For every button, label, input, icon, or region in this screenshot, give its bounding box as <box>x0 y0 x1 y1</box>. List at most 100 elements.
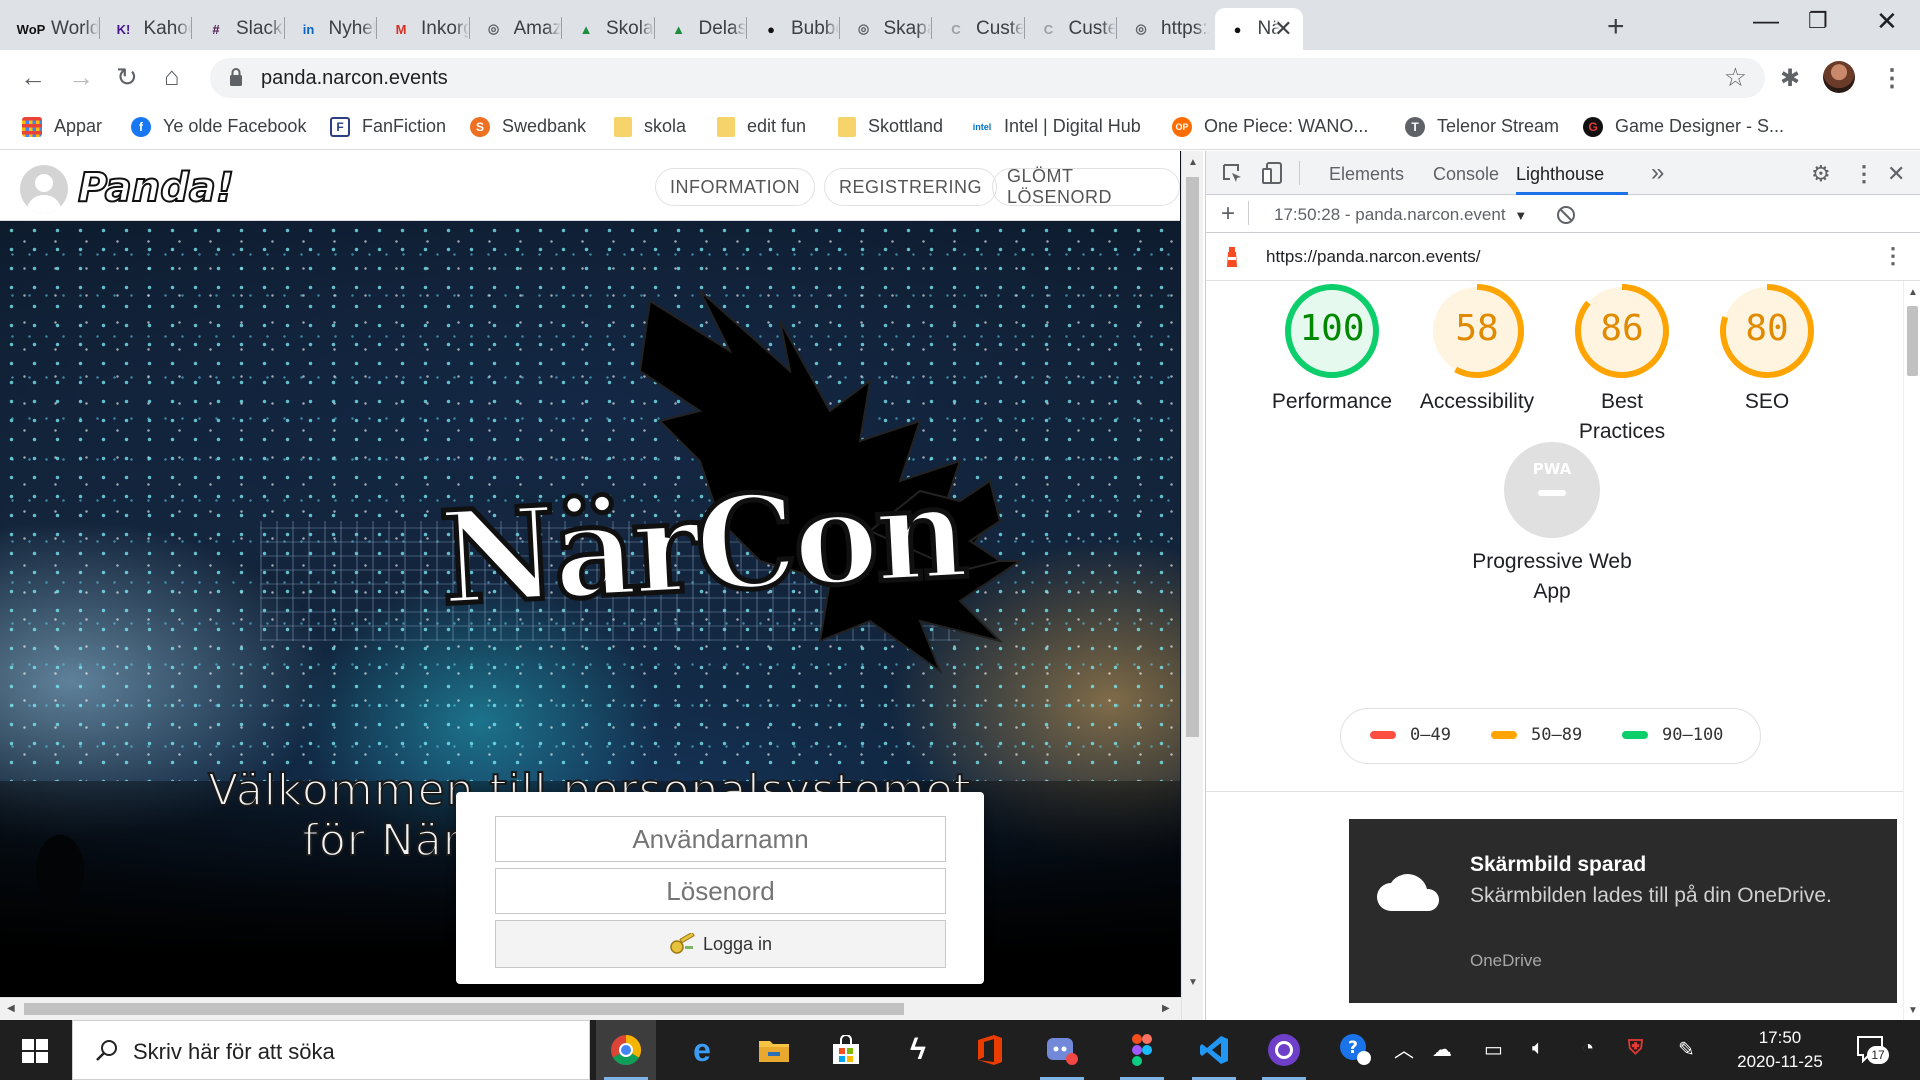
bookmark-item[interactable]: S Swedbank <box>470 116 586 137</box>
office-taskbar-icon[interactable] <box>960 1020 1020 1080</box>
browser-tab[interactable]: WoP World <box>8 8 99 50</box>
nav-glomt-losenord[interactable]: GLÖMT LÖSENORD <box>992 166 1180 207</box>
menu-kebab-icon[interactable]: ⋮ <box>1880 64 1904 93</box>
bookmark-item[interactable]: Skottland <box>838 116 943 137</box>
taskbar-search-box[interactable]: Skriv här för att söka <box>72 1020 590 1080</box>
devtools-scroll-up-icon[interactable]: ▲ <box>1908 287 1918 298</box>
taskbar-clock[interactable]: 17:50 2020-11-25 <box>1720 1026 1840 1074</box>
login-button[interactable]: Logga in <box>495 920 946 968</box>
tab-elements[interactable]: Elements <box>1329 164 1404 185</box>
browser-tab[interactable]: ● Nä ✕ <box>1214 8 1303 50</box>
winamp-taskbar-icon[interactable]: ϟ <box>888 1020 948 1080</box>
page-horizontal-scroll-thumb[interactable] <box>24 1003 904 1015</box>
scroll-up-arrow-icon[interactable]: ▲ <box>1188 157 1198 168</box>
show-hidden-icons-chevron-icon[interactable]: ︿ <box>1394 1034 1414 1063</box>
new-report-plus-icon[interactable]: + <box>1221 200 1235 228</box>
browser-tab[interactable]: M Inkorg <box>378 8 469 50</box>
discord-taskbar-icon[interactable] <box>1032 1020 1092 1080</box>
windows-start-icon[interactable] <box>22 1039 48 1063</box>
nav-registrering[interactable]: REGISTRERING <box>824 168 998 206</box>
wifi-icon[interactable]: ◔ <box>1582 1037 1594 1060</box>
score-gauge[interactable]: 86 <box>1572 281 1672 381</box>
pen-workspace-icon[interactable]: ✎ <box>1678 1037 1695 1062</box>
report-url[interactable]: https://panda.narcon.events/ <box>1266 247 1481 267</box>
browser-tab[interactable]: ▲ Delas <box>656 8 746 50</box>
device-toolbar-icon[interactable] <box>1261 161 1283 185</box>
browser-tab[interactable]: ◎ Skapa <box>841 8 931 50</box>
bookmark-item[interactable]: edit fun <box>717 116 806 137</box>
vscode-taskbar-icon[interactable] <box>1184 1020 1244 1080</box>
bookmark-star-icon[interactable]: ☆ <box>1724 62 1747 93</box>
extensions-icon[interactable]: ✱ <box>1780 64 1800 93</box>
devtools-scroll-down-icon[interactable]: ▼ <box>1908 1005 1918 1016</box>
browser-tab[interactable]: C Custell <box>1026 8 1116 50</box>
new-tab-button[interactable]: + <box>1607 10 1625 44</box>
page-vertical-scroll-thumb[interactable] <box>1186 177 1199 737</box>
bookmark-item[interactable]: intel Intel | Digital Hub <box>972 116 1141 137</box>
report-select[interactable]: 17:50:28 - panda.narcon.event ▼ <box>1274 205 1527 225</box>
clear-reports-icon[interactable] <box>1556 205 1576 225</box>
file-explorer-taskbar-icon[interactable] <box>744 1020 804 1080</box>
close-devtools-icon[interactable]: ✕ <box>1887 161 1905 187</box>
site-logo[interactable]: Panda! <box>77 164 235 212</box>
browser-tab[interactable]: # Slack | <box>193 8 283 50</box>
scroll-left-arrow-icon[interactable]: ◀ <box>7 1003 15 1014</box>
figma-taskbar-icon[interactable] <box>1112 1020 1172 1080</box>
tab-lighthouse[interactable]: Lighthouse <box>1516 164 1604 185</box>
back-icon[interactable]: ← <box>20 62 46 93</box>
restore-button[interactable]: ❐ <box>1808 8 1828 34</box>
report-menu-kebab-icon[interactable]: ⋮ <box>1882 243 1904 269</box>
scroll-right-arrow-icon[interactable]: ▶ <box>1162 1003 1170 1014</box>
inspect-element-icon[interactable] <box>1221 162 1243 184</box>
mcafee-tray-icon[interactable]: ⛨ <box>1628 1037 1643 1060</box>
tab-console[interactable]: Console <box>1433 164 1499 185</box>
forward-icon[interactable]: → <box>68 62 94 93</box>
store-taskbar-icon[interactable] <box>816 1020 876 1080</box>
browser-tab[interactable]: ◎ Amazo <box>471 8 561 50</box>
bookmark-item[interactable]: G Game Designer - S... <box>1583 116 1784 137</box>
profile-avatar[interactable] <box>1823 61 1855 93</box>
browser-tab[interactable]: K! Kahoo <box>101 8 191 50</box>
bookmark-item[interactable]: T Telenor Stream <box>1405 116 1559 137</box>
address-bar[interactable]: panda.narcon.events ☆ <box>210 58 1765 98</box>
scroll-down-arrow-icon[interactable]: ▼ <box>1188 977 1198 988</box>
page-vertical-scrollbar[interactable]: ▲ ▼ <box>1181 151 1203 1020</box>
score-gauge[interactable]: 58 <box>1427 281 1527 381</box>
bookmark-item[interactable]: f Ye olde Facebook <box>131 116 306 137</box>
page-horizontal-scrollbar[interactable]: ◀ ▶ <box>0 997 1181 1020</box>
devtools-scroll-thumb[interactable] <box>1907 306 1918 376</box>
address-url[interactable]: panda.narcon.events <box>261 67 448 90</box>
onedrive-tray-icon[interactable]: ☁ <box>1432 1037 1452 1062</box>
action-center-icon[interactable]: 17 <box>1855 1034 1889 1064</box>
settings-gear-icon[interactable]: ⚙ <box>1811 161 1831 187</box>
help-tray-icon[interactable]: ? <box>1338 1032 1372 1072</box>
edge-taskbar-icon[interactable]: e <box>672 1020 732 1080</box>
browser-tab[interactable]: C Custell <box>933 8 1023 50</box>
devtools-scrollbar[interactable]: ▲ ▼ <box>1903 281 1920 1020</box>
password-input[interactable] <box>495 868 946 914</box>
browser-tab[interactable]: ● Bubbe <box>748 8 838 50</box>
close-tab-icon[interactable]: ✕ <box>1274 16 1292 42</box>
browser-tab[interactable]: ▲ Skolar <box>563 8 654 50</box>
home-icon[interactable]: ⌂ <box>164 61 180 92</box>
devtools-menu-kebab-icon[interactable]: ⋮ <box>1853 161 1875 187</box>
score-gauge[interactable]: 100 <box>1282 281 1382 381</box>
bookmark-item[interactable]: Appar <box>22 116 102 137</box>
onedrive-toast-notification[interactable]: Skärmbild sparad Skärmbilden lades till … <box>1349 819 1897 1003</box>
bookmark-item[interactable]: skola <box>614 116 686 137</box>
username-input[interactable] <box>495 816 946 862</box>
github-desktop-taskbar-icon[interactable] <box>1254 1020 1314 1080</box>
battery-icon[interactable]: ▭ <box>1484 1037 1503 1062</box>
minimize-button[interactable]: — <box>1753 5 1779 36</box>
browser-tab[interactable]: in Nyhets <box>286 8 376 50</box>
browser-tab[interactable]: ◎ https:/ <box>1118 8 1208 50</box>
score-gauge[interactable]: 80 <box>1717 281 1817 381</box>
chrome-taskbar-icon[interactable] <box>596 1020 656 1080</box>
volume-icon[interactable]: 🔈︎ <box>1532 1037 1544 1060</box>
bookmark-item[interactable]: F FanFiction <box>330 116 446 137</box>
reload-icon[interactable]: ↻ <box>116 62 138 93</box>
close-window-button[interactable]: ✕ <box>1876 6 1898 37</box>
more-tabs-chevron-icon[interactable]: » <box>1651 159 1664 187</box>
bookmark-item[interactable]: OP One Piece: WANO... <box>1172 116 1368 137</box>
nav-information[interactable]: INFORMATION <box>655 168 816 206</box>
